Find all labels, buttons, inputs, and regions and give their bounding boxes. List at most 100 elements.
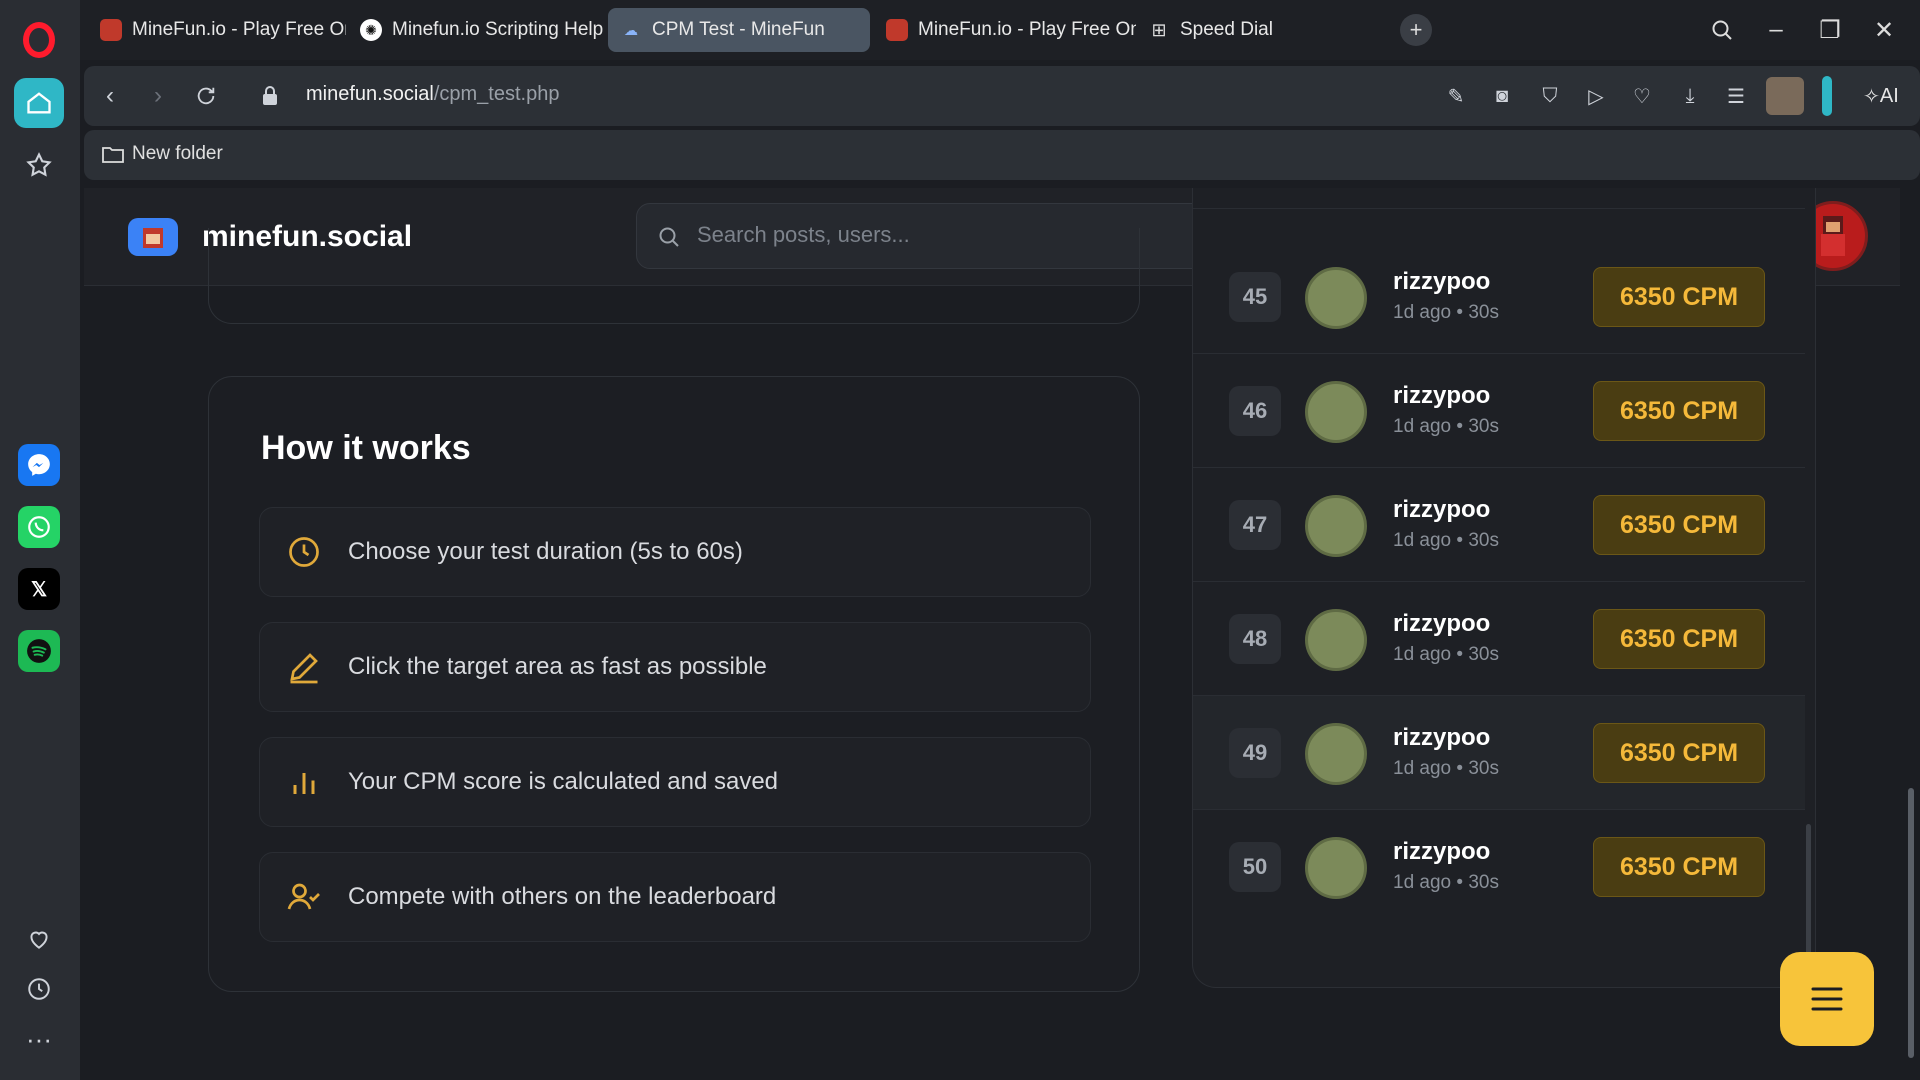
tab-minefun-2[interactable]: MineFun.io - Play Free Onl (874, 8, 1136, 52)
leaderboard-row[interactable]: 50 rizzypoo 1d ago • 30s 6350 CPM (1193, 810, 1805, 924)
entry-meta: 1d ago • 30s (1393, 302, 1499, 323)
pencil-icon (284, 647, 324, 687)
opera-sidebar: 𝕏 ··· (0, 0, 80, 1080)
previous-card (208, 228, 1140, 324)
tab-minefun-1[interactable]: MineFun.io - Play Free Onl (88, 8, 346, 52)
leaderboard-row[interactable]: 47 rizzypoo 1d ago • 30s 6350 CPM (1193, 468, 1805, 582)
sidebar-toggle[interactable] (1822, 76, 1832, 116)
lock-icon[interactable] (252, 78, 288, 114)
username[interactable]: rizzypoo (1393, 610, 1490, 638)
tab-cpm-test[interactable]: ☁ CPM Test - MineFun (608, 8, 870, 52)
username[interactable]: rizzypoo (1393, 838, 1490, 866)
step-click: Click the target area as fast as possibl… (259, 622, 1091, 712)
cpm-score-badge: 6350 CPM (1593, 723, 1765, 783)
ai-label: AI (1879, 84, 1899, 107)
step-compete: Compete with others on the leaderboard (259, 852, 1091, 942)
easy-setup-icon[interactable]: ☰ (1720, 80, 1752, 112)
player-avatar (1305, 267, 1367, 329)
edit-icon[interactable]: ✎ (1440, 80, 1472, 112)
chevron-right-icon: › (154, 82, 162, 109)
rank-badge: 49 (1229, 728, 1281, 778)
search-icon (1712, 20, 1732, 40)
cpm-score-badge: 6350 CPM (1593, 609, 1765, 669)
grid-icon: ⊞ (1151, 19, 1167, 40)
whatsapp-app-button[interactable] (18, 506, 60, 548)
entry-meta: 1d ago • 30s (1393, 530, 1499, 551)
play-icon[interactable]: ▷ (1580, 80, 1612, 112)
chevron-left-icon: ‹ (106, 82, 114, 109)
cpm-score-badge: 6350 CPM (1593, 495, 1765, 555)
rank-badge: 46 (1229, 386, 1281, 436)
reload-button[interactable] (188, 78, 224, 114)
shield-icon[interactable]: ⛉ (1534, 80, 1566, 112)
messenger-icon (28, 454, 50, 476)
messenger-app-button[interactable] (18, 444, 60, 486)
bookmark-folder[interactable]: New folder (102, 143, 223, 165)
step-text: Click the target area as fast as possibl… (348, 653, 767, 680)
how-it-works-card: How it works Choose your test duration (… (208, 376, 1140, 992)
player-avatar (1305, 495, 1367, 557)
menu-fab-button[interactable] (1780, 952, 1874, 1046)
close-icon: ✕ (1873, 16, 1895, 44)
heart-icon[interactable]: ♡ (1626, 80, 1658, 112)
player-avatar (1305, 837, 1367, 899)
browser-window: 𝕏 ··· MineFun.io - Play Free Onl ✺ Minef… (0, 0, 1920, 1080)
home-button[interactable] (14, 78, 64, 128)
tab-search-button[interactable] (1702, 12, 1742, 48)
ai-button[interactable]: ✧ AI (1852, 80, 1910, 112)
tab-scripting-help[interactable]: ✺ Minefun.io Scripting Help (348, 8, 610, 52)
cpm-score-badge: 6350 CPM (1593, 381, 1765, 441)
forward-button[interactable]: › (140, 78, 176, 114)
plus-icon: + (1409, 17, 1423, 42)
x-app-button[interactable]: 𝕏 (18, 568, 60, 610)
favorites-button[interactable] (14, 914, 64, 964)
download-icon[interactable]: ⤓ (1674, 80, 1706, 112)
more-button[interactable]: ··· (14, 1014, 64, 1064)
bookmarks-bar: New folder (84, 130, 1920, 180)
username[interactable]: rizzypoo (1393, 268, 1490, 296)
player-avatar (1305, 381, 1367, 443)
url-path: /cpm_test.php (433, 83, 560, 105)
restore-icon: ❐ (1819, 16, 1841, 44)
rank-badge: 48 (1229, 614, 1281, 664)
x-icon: 𝕏 (30, 578, 48, 601)
minimize-button[interactable]: – (1756, 12, 1796, 48)
camera-icon[interactable]: ◙ (1486, 80, 1518, 112)
page-scrollbar[interactable] (1904, 188, 1918, 1080)
leaderboard-row[interactable]: 45 rizzypoo 1d ago • 30s 6350 CPM (1193, 240, 1805, 354)
page-scrollbar-thumb[interactable] (1908, 788, 1914, 1058)
leaderboard-scrollbar[interactable] (1806, 824, 1811, 964)
site-logo-icon[interactable] (128, 218, 178, 256)
leaderboard-row[interactable]: 48 rizzypoo 1d ago • 30s 6350 CPM (1193, 582, 1805, 696)
minimize-icon: – (1769, 16, 1783, 43)
tab-title: CPM Test - MineFun (652, 19, 825, 40)
leaderboard-row[interactable]: 46 rizzypoo 1d ago • 30s 6350 CPM (1193, 354, 1805, 468)
new-tab-button[interactable]: + (1400, 14, 1432, 46)
close-window-button[interactable]: ✕ (1864, 12, 1904, 48)
username[interactable]: rizzypoo (1393, 496, 1490, 524)
how-it-works-title: How it works (261, 429, 471, 467)
profile-avatar[interactable] (1766, 77, 1804, 115)
heart-icon (30, 931, 48, 949)
minefun-favicon-icon (886, 19, 908, 41)
step-duration: Choose your test duration (5s to 60s) (259, 507, 1091, 597)
bar-chart-icon (284, 762, 324, 802)
username[interactable]: rizzypoo (1393, 724, 1490, 752)
folder-icon (102, 147, 124, 163)
restore-button[interactable]: ❐ (1810, 12, 1850, 48)
cpm-score-badge: 6350 CPM (1593, 267, 1765, 327)
back-button[interactable]: ‹ (92, 78, 128, 114)
cpm-score-badge: 6350 CPM (1593, 837, 1765, 897)
spotify-app-button[interactable] (18, 630, 60, 672)
tab-speed-dial[interactable]: ⊞ Speed Dial (1136, 8, 1296, 52)
leaderboard-row[interactable]: 49 rizzypoo 1d ago • 30s 6350 CPM (1193, 696, 1805, 810)
player-avatar (1305, 723, 1367, 785)
bookmarks-star-button[interactable] (14, 140, 64, 190)
url-field[interactable]: minefun.social/cpm_test.php (306, 83, 559, 106)
tab-strip: MineFun.io - Play Free Onl ✺ Minefun.io … (80, 0, 1920, 60)
tab-title: MineFun.io - Play Free Onl (918, 19, 1136, 40)
step-text: Choose your test duration (5s to 60s) (348, 538, 743, 565)
username[interactable]: rizzypoo (1393, 382, 1490, 410)
history-button[interactable] (14, 964, 64, 1014)
opera-logo-icon[interactable] (23, 22, 55, 58)
